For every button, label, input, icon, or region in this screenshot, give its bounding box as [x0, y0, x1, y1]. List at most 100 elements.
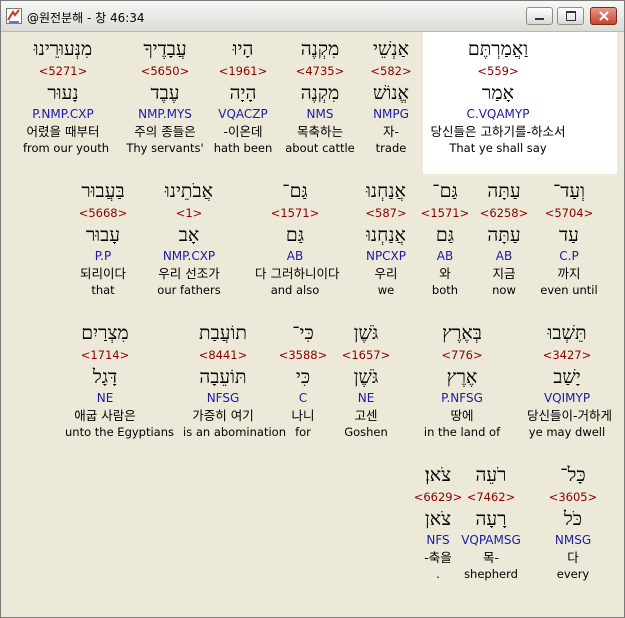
hebrew-word: גַּם־ [282, 180, 308, 202]
korean-gloss: 우리 [374, 266, 398, 281]
strong-number: <5650> [140, 64, 190, 78]
hebrew-word: אֲנַחְנוּ [366, 180, 406, 202]
lexeme-form: אָמַר [482, 82, 514, 104]
hebrew-word: כָּל־ [560, 464, 586, 486]
parsing-code: NFS [426, 533, 450, 547]
window-title: @원전분해 - 창 46:34 [27, 11, 145, 25]
hebrew-word: תֵּשְׁבוּ [547, 322, 587, 344]
title-bar[interactable]: @원전분해 - 창 46:34 [1, 1, 624, 32]
strong-number: <8441> [198, 348, 248, 362]
close-button[interactable] [590, 7, 617, 25]
lexeme-form: כִּי [295, 366, 311, 388]
hebrew-word: מִצְרַיִם [81, 322, 129, 344]
lexeme-form: אֶרֶץ [446, 366, 478, 388]
english-gloss: hath been [213, 141, 273, 155]
korean-gloss: 되리이다 [79, 266, 126, 281]
word-cell[interactable]: כָּל־ <3605> כֹּל NMSG 다 every [533, 462, 613, 582]
parsing-code: P.NFSG [441, 391, 483, 405]
strong-number: <3427> [542, 348, 592, 362]
english-gloss: we [377, 283, 395, 297]
hebrew-word: מִנְּעוּרֵינוּ [33, 38, 93, 60]
lexeme-form: עֶבֶד [150, 82, 180, 104]
word-cell[interactable]: הָיוּ <1961> הָיָה VQACZP -이온데 hath been [203, 36, 283, 156]
word-cell[interactable]: מִנְּעוּרֵינוּ <5271> נָעוּר P.NMP.CXP 어렸을 때… [23, 36, 109, 156]
strong-number: <587> [365, 206, 407, 220]
parsing-code: NMP.MYS [138, 107, 192, 121]
korean-gloss: -축을 [424, 550, 452, 565]
strong-number: <4735> [295, 64, 345, 78]
korean-gloss: 다 그러하니이다 [255, 266, 340, 281]
korean-gloss: 주의 종들은 [134, 124, 196, 139]
word-cell[interactable]: תֵּשְׁבוּ <3427> יָשַׁב VQIMYP 당신들이-거하게 ye ma… [527, 320, 613, 440]
lexeme-form: תּוֹעֵבָה [199, 366, 247, 388]
lexeme-form: הָיָה [229, 82, 257, 104]
strong-number: <1> [175, 206, 203, 220]
english-gloss: is an abomination [183, 425, 286, 439]
minimize-icon [535, 18, 544, 20]
english-gloss: about cattle [285, 141, 355, 155]
korean-gloss: 목축하는 [296, 124, 343, 139]
parsing-code: NMS [306, 107, 334, 121]
lexeme-form: עָבוּר [85, 224, 121, 246]
english-gloss: trade [375, 141, 407, 155]
strong-number: <3605> [548, 490, 598, 504]
word-cell[interactable]: אֲבֹתֵינוּ <1> אָב NMP.CXP 우리 선조가 our fathers [149, 178, 229, 298]
strong-number: <776> [441, 348, 483, 362]
english-gloss: in the land of [423, 425, 501, 439]
korean-gloss: 가증히 여기 [192, 408, 254, 423]
strong-number: <582> [370, 64, 412, 78]
english-gloss: ye may dwell [528, 425, 606, 439]
english-gloss: Thy servants' [126, 141, 204, 155]
hebrew-word: הָיוּ [232, 38, 254, 60]
english-gloss: unto the Egyptians [65, 425, 175, 439]
korean-gloss: -이온데 [223, 124, 263, 139]
parsing-code: NMPG [373, 107, 409, 121]
parsing-code: NPCXP [365, 249, 407, 263]
minimize-button[interactable] [526, 7, 553, 25]
word-cell[interactable]: צֹאן׃ <6629> צֹאן NFS -축을. [398, 462, 478, 582]
parsing-code: NFSG [206, 391, 240, 405]
word-cell[interactable]: בְּאֶרֶץ <776> אֶרֶץ P.NFSG 땅에 in the land of [422, 320, 502, 440]
word-cell[interactable]: אַנְשֵׁי <582> אֱנוֹשׁ NMPG 자-trade [351, 36, 431, 156]
maximize-button[interactable] [557, 7, 584, 25]
lexeme-form: כֹּל [563, 508, 583, 530]
hebrew-word: צֹאן׃ [424, 464, 452, 486]
lexeme-form: יָשַׁב [553, 366, 581, 388]
english-gloss: that [91, 283, 115, 297]
english-gloss: That ye shall say [449, 141, 547, 155]
english-gloss: . [436, 567, 440, 581]
word-cell[interactable]: כִּי־ <3588> כִּי C 나니 for [263, 320, 343, 440]
word-cell[interactable]: מִקְנֶה <4735> מִקְנֶה NMS 목축하는 about cattle [280, 36, 360, 156]
word-cell[interactable]: וַאֲמַרְתֶּם <559> אָמַר C.VQAMYP 당신들은 고하기를-… [403, 36, 593, 156]
strong-number: <1571> [270, 206, 320, 220]
close-icon [599, 11, 609, 21]
lexeme-form: אֲנַחְנוּ [366, 224, 406, 246]
word-cell[interactable]: מִצְרַיִם <1714> דָּגָל NE 애굽 사람은 unto the Eg… [65, 320, 175, 440]
korean-gloss: 자- [382, 124, 399, 139]
korean-gloss: 당신들이-거하게 [527, 408, 613, 423]
korean-gloss: 당신들은 고하기를-하소서 [430, 124, 566, 139]
hebrew-word: תוֹעֲבַת [199, 322, 247, 344]
strong-number: <3588> [278, 348, 328, 362]
strong-number: <1961> [218, 64, 268, 78]
parsing-code: NMSG [554, 533, 592, 547]
hebrew-word: עֲבָדֶיךָ [143, 38, 187, 60]
lexeme-form: גַּם [285, 224, 305, 246]
word-cell[interactable]: אֲנַחְנוּ <587> אֲנַחְנוּ NPCXP 우리 we [346, 178, 426, 298]
hebrew-word: אַנְשֵׁי [372, 38, 409, 60]
word-cell[interactable]: בַּעֲבוּר <5668> עָבוּר P.P 되리이다 that [63, 178, 143, 298]
strong-number: <5668> [78, 206, 128, 220]
parsing-code: AB [286, 249, 304, 263]
korean-gloss: 우리 선조가 [158, 266, 220, 281]
word-cell[interactable]: גַּם־ <1571> גַּם AB 다 그러하니이다 and also [255, 178, 340, 298]
word-cell[interactable]: תוֹעֲבַת <8441> תּוֹעֵבָה NFSG 가증히 여기 is an a… [183, 320, 286, 440]
strong-number: <5271> [38, 64, 88, 78]
word-cell[interactable]: עֲבָדֶיךָ <5650> עֶבֶד NMP.MYS 주의 종들은 Thy ser… [125, 36, 205, 156]
parsing-code: VQACZP [218, 107, 268, 121]
lexeme-form: מִקְנֶה [300, 82, 340, 104]
parsing-code: VQIMYP [543, 391, 591, 405]
hebrew-word: וַאֲמַרְתֶּם [467, 38, 529, 60]
korean-gloss: 나니 [291, 408, 315, 423]
hebrew-word: בְּאֶרֶץ [442, 322, 482, 344]
korean-gloss: 다 [567, 550, 579, 565]
